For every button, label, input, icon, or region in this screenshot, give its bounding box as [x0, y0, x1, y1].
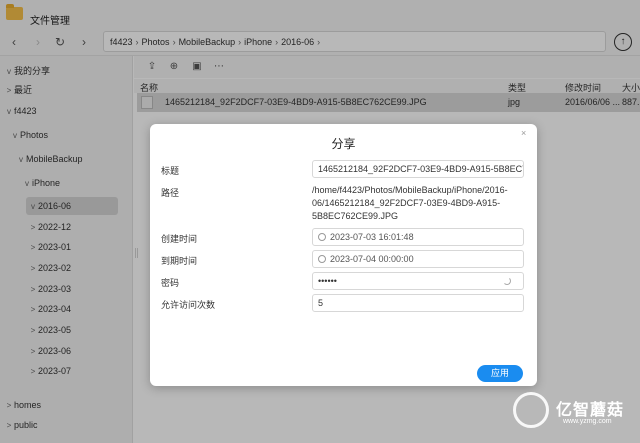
visits-field[interactable]: 5: [312, 294, 524, 312]
title-field[interactable]: 1465212184_92F2DCF7-03E9-4BD9-A915-5B8EC…: [312, 160, 524, 178]
watermark-url: www.yzmg.com: [563, 418, 612, 425]
label-expires: 到期时间: [161, 256, 198, 266]
created-date-field[interactable]: 2023-07-03 16:01:48: [312, 228, 524, 246]
dialog-title: 分享: [331, 137, 356, 151]
path-value: /home/f4423/Photos/MobileBackup/iPhone/2…: [312, 185, 508, 221]
watermark-logo-icon: [513, 392, 549, 428]
watermark-brand: 亿智蘑菇: [556, 402, 625, 419]
share-dialog: 分享 × 标题 1465212184_92F2DCF7-03E9-4BD9-A9…: [150, 124, 537, 386]
label-password: 密码: [161, 278, 180, 288]
eye-toggle-icon[interactable]: [503, 277, 511, 285]
clock-icon: [318, 255, 326, 263]
resize-handle[interactable]: [135, 248, 138, 258]
clock-icon: [318, 233, 326, 241]
expires-date-field[interactable]: 2023-07-04 00:00:00: [312, 250, 524, 268]
label-title: 标题: [161, 166, 180, 176]
created-date-value: 2023-07-03 16:01:48: [330, 232, 414, 242]
close-icon[interactable]: ×: [521, 128, 526, 138]
expires-date-value: 2023-07-04 00:00:00: [330, 254, 414, 264]
label-created: 创建时间: [161, 234, 198, 244]
label-path: 路径: [161, 188, 180, 198]
apply-button[interactable]: 应用: [477, 365, 523, 382]
password-field[interactable]: ••••••: [312, 272, 524, 290]
label-visits: 允许访问次数: [161, 300, 216, 310]
password-value: ••••••: [318, 276, 337, 286]
